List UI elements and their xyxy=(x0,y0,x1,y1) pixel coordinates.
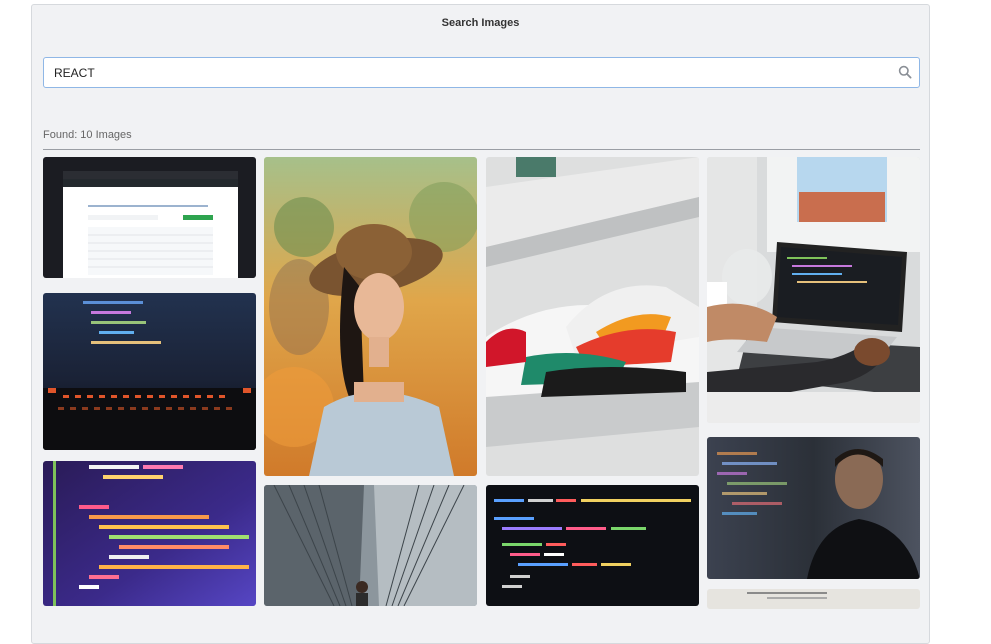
page-title: Search Images xyxy=(441,17,520,29)
divider xyxy=(43,149,920,150)
result-image-person-typing-laptop[interactable] xyxy=(707,157,920,423)
search-box[interactable] xyxy=(43,57,920,88)
result-image-react-jsx-code[interactable] xyxy=(43,461,256,606)
results-count: Found: 10 Images xyxy=(43,129,132,141)
result-image-man-glass-building[interactable] xyxy=(264,485,477,606)
result-image-woman-with-hat[interactable] xyxy=(264,157,477,476)
result-image-nike-sneakers[interactable] xyxy=(486,157,699,476)
result-image-partial[interactable] xyxy=(707,589,920,609)
result-image-man-code-reflection[interactable] xyxy=(707,437,920,579)
result-image-github-screenshot[interactable] xyxy=(43,157,256,278)
search-input[interactable] xyxy=(44,58,884,87)
result-image-code-monitor-keyboard[interactable] xyxy=(43,293,256,450)
search-icon[interactable] xyxy=(898,65,912,79)
result-image-javascript-fetch-code[interactable] xyxy=(486,485,699,606)
